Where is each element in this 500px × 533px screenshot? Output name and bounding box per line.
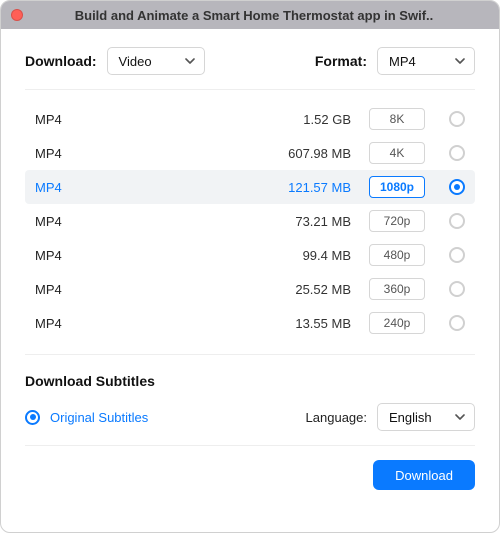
quality-pill[interactable]: 1080p: [369, 176, 425, 198]
row-radio-cell: [443, 247, 471, 263]
row-size: 13.55 MB: [261, 316, 351, 331]
language-value: English: [389, 410, 432, 425]
subtitles-radio[interactable]: [25, 410, 40, 425]
quality-list: MP4 1.52 GB 8K MP4 607.98 MB 4K MP4 121.57 MB 10…: [25, 102, 475, 340]
row-format: MP4: [35, 180, 251, 195]
subtitles-row: Original Subtitles Language: English: [25, 403, 475, 446]
window-title: Build and Animate a Smart Home Thermosta…: [31, 8, 489, 23]
quality-pill[interactable]: 480p: [369, 244, 425, 266]
row-radio[interactable]: [449, 247, 465, 263]
row-quality-cell: 480p: [361, 244, 433, 266]
row-radio-cell: [443, 281, 471, 297]
row-size: 1.52 GB: [261, 112, 351, 127]
language-select[interactable]: English: [377, 403, 475, 431]
row-size: 25.52 MB: [261, 282, 351, 297]
chevron-down-icon: [455, 414, 465, 420]
quality-pill[interactable]: 240p: [369, 312, 425, 334]
subtitles-option[interactable]: Original Subtitles: [25, 410, 148, 425]
format-select[interactable]: MP4: [377, 47, 475, 75]
download-type-value: Video: [119, 54, 152, 69]
titlebar: Build and Animate a Smart Home Thermosta…: [1, 1, 499, 29]
row-format: MP4: [35, 316, 251, 331]
row-radio[interactable]: [449, 281, 465, 297]
row-format: MP4: [35, 112, 251, 127]
row-size: 73.21 MB: [261, 214, 351, 229]
close-icon[interactable]: [11, 9, 23, 21]
download-type-group: Download: Video: [25, 47, 205, 75]
row-radio[interactable]: [449, 213, 465, 229]
row-quality-cell: 240p: [361, 312, 433, 334]
download-type-label: Download:: [25, 53, 97, 69]
row-format: MP4: [35, 214, 251, 229]
download-dialog: Build and Animate a Smart Home Thermosta…: [0, 0, 500, 533]
quality-pill[interactable]: 4K: [369, 142, 425, 164]
quality-row[interactable]: MP4 1.52 GB 8K: [25, 102, 475, 136]
quality-pill[interactable]: 360p: [369, 278, 425, 300]
quality-pill[interactable]: 720p: [369, 210, 425, 232]
row-quality-cell: 8K: [361, 108, 433, 130]
quality-row[interactable]: MP4 25.52 MB 360p: [25, 272, 475, 306]
row-radio-cell: [443, 213, 471, 229]
top-controls: Download: Video Format: MP4: [25, 47, 475, 90]
chevron-down-icon: [185, 58, 195, 64]
format-value: MP4: [389, 54, 416, 69]
row-format: MP4: [35, 282, 251, 297]
download-type-select[interactable]: Video: [107, 47, 205, 75]
row-radio[interactable]: [449, 315, 465, 331]
row-radio[interactable]: [449, 179, 465, 195]
quality-row[interactable]: MP4 607.98 MB 4K: [25, 136, 475, 170]
row-radio-cell: [443, 145, 471, 161]
row-radio[interactable]: [449, 145, 465, 161]
subtitles-option-label: Original Subtitles: [50, 410, 148, 425]
row-quality-cell: 1080p: [361, 176, 433, 198]
subtitles-language-group: Language: English: [306, 403, 475, 431]
quality-row[interactable]: MP4 99.4 MB 480p: [25, 238, 475, 272]
row-radio[interactable]: [449, 111, 465, 127]
subtitles-section: Download Subtitles Original Subtitles La…: [25, 354, 475, 446]
row-size: 121.57 MB: [261, 180, 351, 195]
language-label: Language:: [306, 410, 367, 425]
row-format: MP4: [35, 146, 251, 161]
row-radio-cell: [443, 111, 471, 127]
format-group: Format: MP4: [315, 47, 475, 75]
row-quality-cell: 360p: [361, 278, 433, 300]
dialog-footer: Download: [25, 460, 475, 490]
download-button[interactable]: Download: [373, 460, 475, 490]
quality-pill[interactable]: 8K: [369, 108, 425, 130]
row-radio-cell: [443, 179, 471, 195]
quality-row[interactable]: MP4 73.21 MB 720p: [25, 204, 475, 238]
quality-row[interactable]: MP4 121.57 MB 1080p: [25, 170, 475, 204]
row-quality-cell: 4K: [361, 142, 433, 164]
row-size: 607.98 MB: [261, 146, 351, 161]
format-label: Format:: [315, 53, 367, 69]
quality-row[interactable]: MP4 13.55 MB 240p: [25, 306, 475, 340]
row-size: 99.4 MB: [261, 248, 351, 263]
subtitles-heading: Download Subtitles: [25, 373, 475, 389]
row-radio-cell: [443, 315, 471, 331]
chevron-down-icon: [455, 58, 465, 64]
dialog-content: Download: Video Format: MP4 MP41.52: [1, 29, 499, 532]
row-quality-cell: 720p: [361, 210, 433, 232]
row-format: MP4: [35, 248, 251, 263]
